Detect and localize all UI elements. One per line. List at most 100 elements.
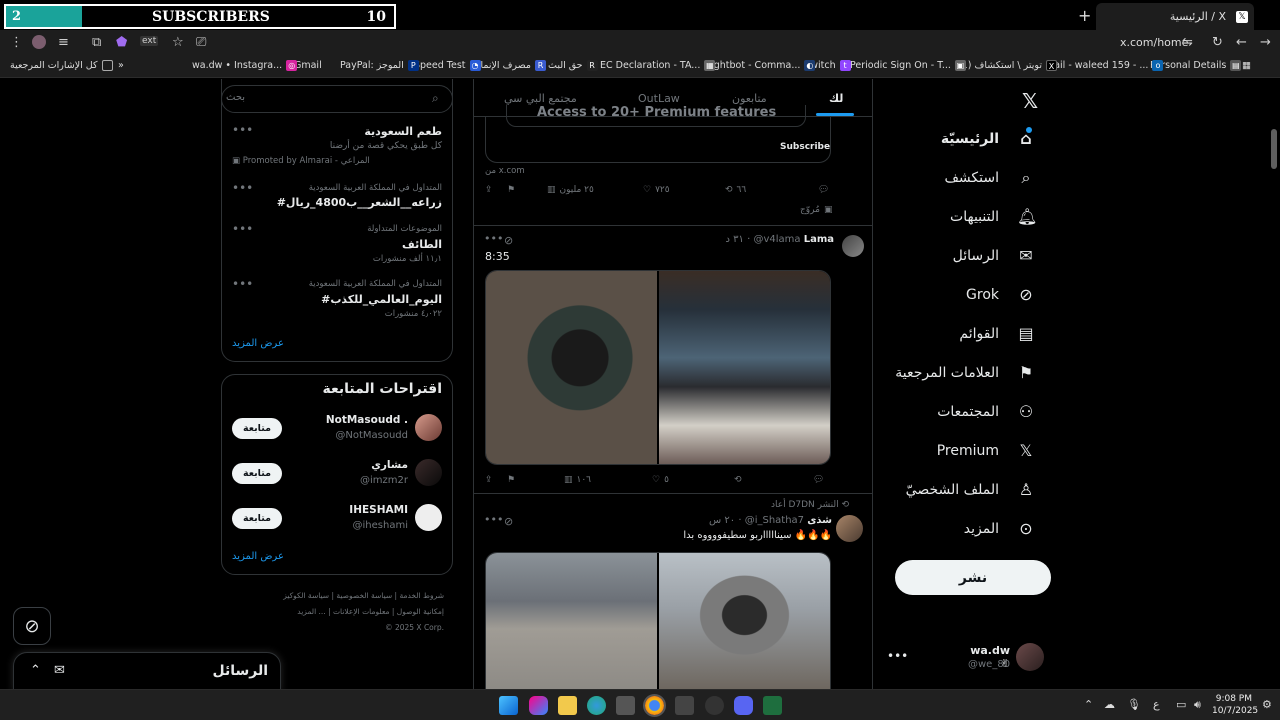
- cloud-icon[interactable]: ☁: [1104, 698, 1115, 711]
- grok-explain-icon[interactable]: ⊘: [504, 234, 513, 247]
- nav-premium[interactable]: 𝕏 Premium: [937, 441, 1035, 460]
- shield-icon[interactable]: ⬟: [116, 35, 127, 50]
- nav-more[interactable]: ⊙ المزيد: [964, 519, 1035, 538]
- footer-link[interactable]: ... المزيد: [297, 607, 325, 616]
- bookmark-ec[interactable]: EC Declaration - TA... ▦: [600, 60, 716, 71]
- back-icon[interactable]: →: [1260, 35, 1271, 50]
- footer-link[interactable]: شروط الخدمة: [399, 591, 444, 600]
- star-icon[interactable]: ☆: [172, 35, 184, 50]
- tweet1-reply-stat[interactable]: 💬︎: [813, 475, 824, 485]
- trend-title[interactable]: الطائف: [402, 238, 442, 251]
- tab-outlaw[interactable]: OutLaw: [638, 92, 680, 105]
- grok-float-button[interactable]: ⊘: [13, 607, 51, 645]
- bookmarks-overflow-icon[interactable]: »: [118, 60, 124, 71]
- bookmark-nightbot[interactable]: Nightbot - Comma... ◐: [704, 60, 816, 71]
- trend-more-icon[interactable]: •••: [232, 277, 253, 291]
- network-icon[interactable]: ▭: [1176, 698, 1186, 711]
- downloads-icon[interactable]: ≡: [58, 35, 69, 50]
- store-icon[interactable]: [616, 696, 635, 715]
- tweet1-share-icon[interactable]: ⇪: [485, 475, 493, 485]
- x-logo-icon[interactable]: 𝕏: [1022, 89, 1038, 113]
- volume-icon[interactable]: 🔊︎: [1194, 698, 1201, 712]
- nav-home[interactable]: ⌂ الرئيسيّة: [941, 129, 1035, 148]
- tweet1-like-stat[interactable]: ♡ ٥: [652, 475, 669, 485]
- ad-card[interactable]: Access to 20+ Premium features Subscribe: [485, 105, 831, 163]
- messages-drawer[interactable]: الرسائل ⌃ ✉: [13, 652, 281, 689]
- new-tab-button[interactable]: +: [1078, 6, 1091, 25]
- tweet2-more-icon[interactable]: •••: [484, 513, 503, 526]
- game-photo-2[interactable]: [659, 553, 830, 689]
- nav-grok[interactable]: ⊘ Grok: [966, 285, 1035, 304]
- nav-explore[interactable]: ⌕ استكشف: [944, 168, 1035, 188]
- subscribe-link[interactable]: Subscribe: [780, 142, 830, 152]
- follow-button[interactable]: متابعة: [232, 508, 282, 529]
- tray-overflow-icon[interactable]: ⌃: [1084, 698, 1093, 711]
- ad-bookmark-icon[interactable]: ⚑: [507, 185, 515, 195]
- game-photo-1[interactable]: [486, 553, 657, 689]
- tweet1-repost-stat[interactable]: ⟲: [734, 475, 742, 485]
- ad-reply-stat[interactable]: 💬︎: [818, 185, 829, 195]
- nav-communities[interactable]: ⚇ المجتمعات: [937, 402, 1035, 421]
- ad-share-icon[interactable]: ⇪: [485, 185, 493, 195]
- account-avatar[interactable]: [1016, 643, 1044, 671]
- follow-avatar[interactable]: [415, 414, 442, 441]
- chrome-icon[interactable]: [643, 694, 666, 717]
- bookmark-twitter-explore[interactable]: (1) تويتر \ استكشاف X: [958, 60, 1057, 71]
- discord-icon[interactable]: [734, 696, 753, 715]
- follow-button[interactable]: متابعة: [232, 463, 282, 484]
- footer-link[interactable]: إمكانية الوصول: [397, 607, 444, 616]
- trend-more-icon[interactable]: •••: [232, 123, 253, 137]
- reading-icon[interactable]: ⎚: [196, 35, 206, 50]
- bookmark-speedtest[interactable]: Speed Test ◔: [414, 60, 481, 71]
- tweet1-more-icon[interactable]: •••: [484, 232, 503, 245]
- follow-avatar[interactable]: [415, 504, 442, 531]
- copilot-icon[interactable]: [529, 696, 548, 715]
- ad-like-stat[interactable]: ♡ ٧٢٥: [643, 185, 670, 195]
- excel-icon[interactable]: [763, 696, 782, 715]
- notification-center-icon[interactable]: ⚙: [1262, 698, 1272, 711]
- extensions-icon[interactable]: ⧉: [92, 35, 101, 50]
- tab-for-you[interactable]: لك: [829, 92, 843, 105]
- trends-show-more[interactable]: عرض المزيد: [232, 338, 284, 349]
- follow-avatar[interactable]: [415, 459, 442, 486]
- tweet1-views-stat[interactable]: ▥ ١٠٦: [564, 475, 591, 485]
- extension-icon[interactable]: ext: [140, 36, 159, 46]
- tweet1-bookmark-icon[interactable]: ⚑: [507, 475, 515, 485]
- bookmark-gmail[interactable]: Gmail: [294, 60, 322, 71]
- tweet2-media[interactable]: [485, 552, 831, 689]
- follow-name[interactable]: NotMasoudd .: [326, 414, 408, 426]
- trend-title[interactable]: #اليوم_العالمي_للكذب: [321, 293, 442, 306]
- nav-lists[interactable]: ▤ القوائم: [959, 324, 1035, 343]
- menu-icon[interactable]: ⋮: [10, 35, 23, 50]
- account-more-icon[interactable]: •••: [887, 649, 908, 663]
- app-icon[interactable]: [705, 696, 724, 715]
- pc-setup-photo[interactable]: [659, 271, 830, 464]
- nav-profile[interactable]: ♙ الملف الشخصيّ: [906, 480, 1035, 499]
- expand-icon[interactable]: ⌃: [30, 663, 41, 678]
- nav-messages[interactable]: ✉ الرسائل: [953, 246, 1035, 265]
- post-button[interactable]: نشر: [895, 560, 1051, 595]
- mic-icon[interactable]: 🎙︎: [1127, 698, 1141, 711]
- trend-title[interactable]: طعم السعودية: [364, 125, 442, 138]
- trend-more-icon[interactable]: •••: [232, 222, 253, 236]
- bookmark-alinma[interactable]: مصرف الإنماء R: [476, 60, 546, 71]
- grok-explain-icon[interactable]: ⊘: [504, 515, 513, 528]
- ad-repost-stat[interactable]: ⟲ ٦٦: [725, 185, 746, 195]
- follow-name[interactable]: IHESHAMI: [349, 504, 408, 516]
- page-scrollbar[interactable]: [1271, 129, 1277, 169]
- tab-active[interactable]: الرئيسية / X 𝕏: [1096, 3, 1254, 30]
- coffee-photo[interactable]: [486, 271, 657, 464]
- tab-following[interactable]: متابعون: [732, 92, 767, 105]
- url-field[interactable]: x.com/home: [1120, 36, 1188, 49]
- follow-show-more[interactable]: عرض المزيد: [232, 551, 284, 562]
- new-message-icon[interactable]: ✉: [54, 663, 65, 678]
- ad-views-stat[interactable]: ▥ ٢٥ مليون: [547, 185, 594, 195]
- profile-avatar-icon[interactable]: [32, 35, 46, 49]
- apps-icon[interactable]: ▦: [1242, 60, 1251, 71]
- clock[interactable]: 9:08 PM 10/7/2025: [1212, 693, 1258, 717]
- language-indicator[interactable]: ع: [1153, 698, 1160, 711]
- tweet1-avatar[interactable]: [842, 235, 864, 257]
- nav-bookmarks[interactable]: ⚑ العلامات المرجعية: [895, 363, 1035, 382]
- trend-more-icon[interactable]: •••: [232, 181, 253, 195]
- nav-notifications[interactable]: 🔔︎ التنبيهات: [950, 207, 1037, 226]
